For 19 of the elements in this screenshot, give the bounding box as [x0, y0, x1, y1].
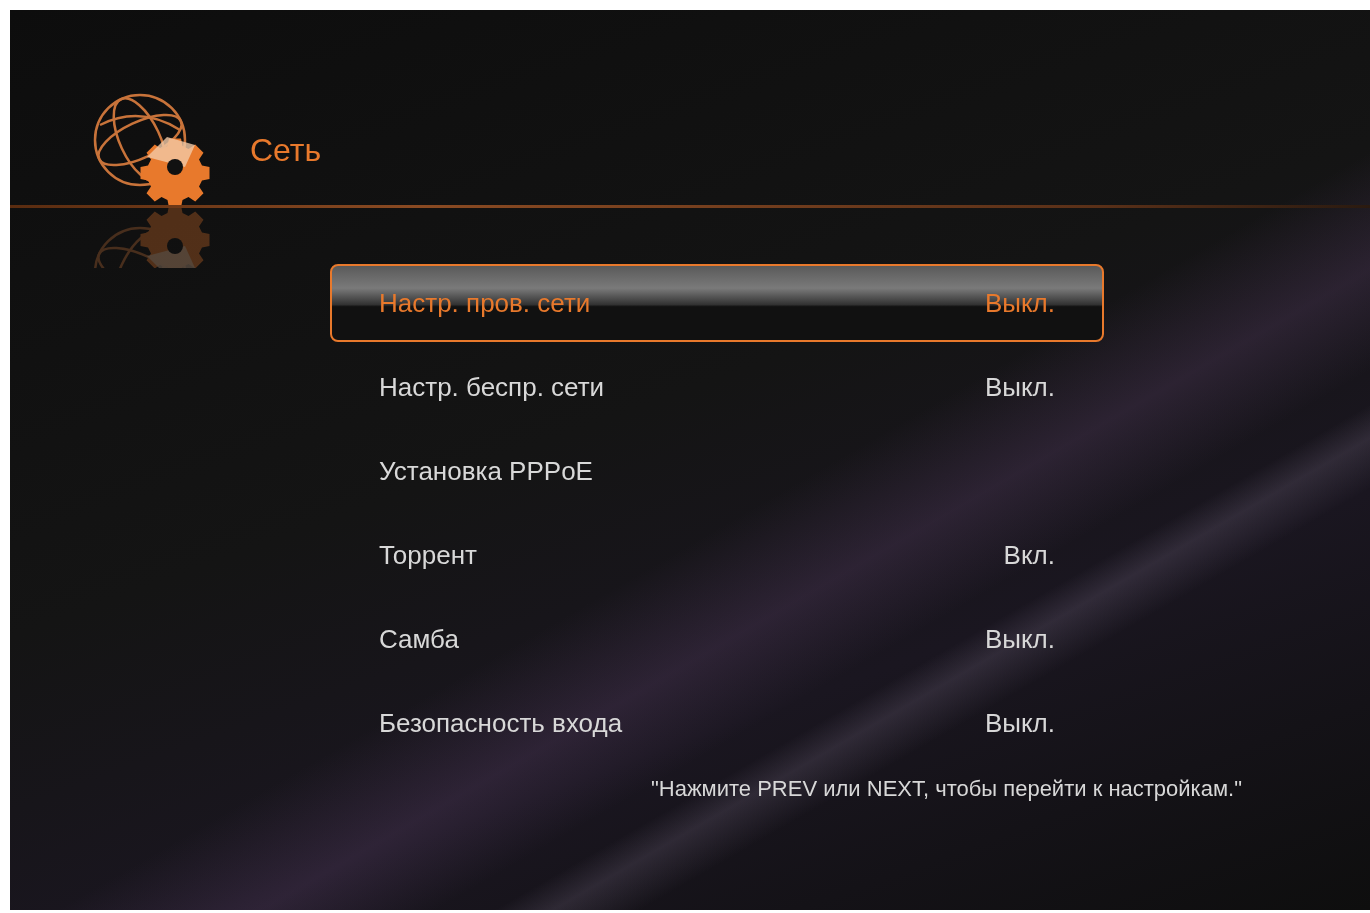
menu-item-label: Установка PPPoE: [379, 454, 593, 488]
menu-item[interactable]: Самба Выкл.: [330, 600, 1104, 678]
menu-item[interactable]: Настр. пров. сети Выкл.: [330, 264, 1104, 342]
menu-item-value: Выкл.: [984, 622, 1055, 656]
menu-item-label: Настр. беспр. сети: [379, 370, 605, 404]
menu-item[interactable]: Установка PPPoE: [330, 432, 1104, 510]
menu-item-value: Выкл.: [984, 706, 1055, 740]
menu-item[interactable]: Настр. беспр. сети Выкл.: [330, 348, 1104, 426]
menu-item[interactable]: Безопасность входа Выкл.: [330, 684, 1104, 762]
menu-item-value: Выкл.: [984, 286, 1055, 320]
hint-text: "Нажмите PREV или NEXT, чтобы перейти к настройкам.": [650, 775, 1242, 803]
menu-item[interactable]: Торрент Вкл.: [330, 516, 1104, 594]
menu-item-label: Настр. пров. сети: [379, 286, 591, 320]
page-title: Сеть: [250, 131, 322, 170]
menu-item-label: Безопасность входа: [379, 706, 623, 740]
menu-item-label: Самба: [379, 622, 459, 656]
menu-item-value: Выкл.: [984, 370, 1055, 404]
menu-item-label: Торрент: [379, 538, 477, 572]
menu-item-value: Вкл.: [1003, 538, 1055, 572]
